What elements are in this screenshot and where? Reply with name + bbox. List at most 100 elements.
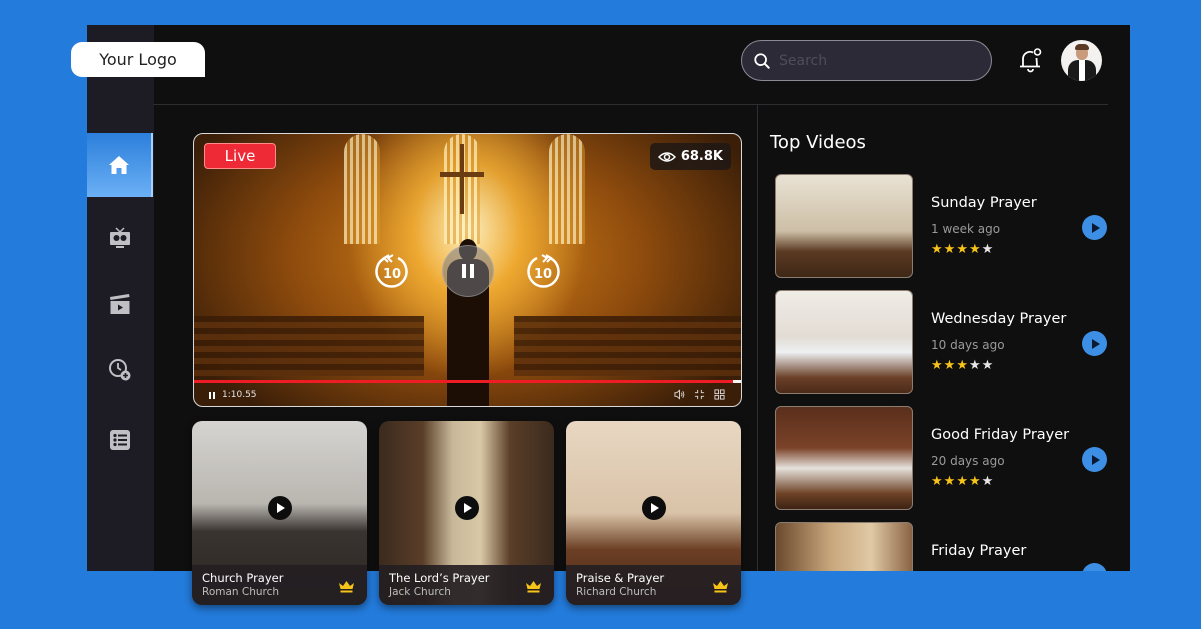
sidebar-item-playlist[interactable] xyxy=(87,408,153,472)
play-icon[interactable] xyxy=(1082,215,1107,240)
search-icon xyxy=(754,52,770,69)
star-filled-icon: ★ xyxy=(943,242,957,257)
rewind-10-icon[interactable]: 10 xyxy=(373,252,411,290)
user-avatar[interactable] xyxy=(1061,40,1102,81)
star-rating: ★★★★★ xyxy=(931,358,994,373)
live-badge: Live xyxy=(204,143,276,169)
card-info: The Lord’s Prayer Jack Church xyxy=(379,565,554,605)
video-thumbnail xyxy=(775,174,913,278)
video-time: 10 days ago xyxy=(931,338,1005,352)
sidebar-item-live-tv[interactable] xyxy=(87,206,153,270)
video-player[interactable]: Live 68.8K 10 10 1:10.55 xyxy=(193,133,742,407)
star-filled-icon: ★ xyxy=(931,358,944,373)
sidebar-item-movies[interactable] xyxy=(87,272,153,336)
star-filled-icon: ★ xyxy=(956,474,969,489)
svg-text:10: 10 xyxy=(383,267,401,282)
star-filled-icon: ★ xyxy=(968,474,982,489)
minimize-icon[interactable] xyxy=(694,389,705,400)
play-icon[interactable] xyxy=(268,496,292,520)
pause-button[interactable] xyxy=(442,245,494,297)
pause-icon-bar xyxy=(470,264,474,278)
video-title: Sunday Prayer xyxy=(931,195,1037,211)
card-subtitle: Richard Church xyxy=(576,586,657,598)
star-filled-icon: ★ xyxy=(931,242,944,257)
star-filled-icon: ★ xyxy=(943,474,957,489)
star-filled-icon: ★ xyxy=(943,358,957,373)
crown-icon xyxy=(526,581,541,593)
avatar-shirt xyxy=(1079,60,1085,81)
crown-icon xyxy=(713,581,728,593)
top-video-item[interactable]: Good Friday Prayer 20 days ago ★★★★★ xyxy=(775,406,1107,510)
forward-10-icon[interactable]: 10 xyxy=(524,252,562,290)
featured-card[interactable]: Praise & Prayer Richard Church xyxy=(566,421,741,605)
top-video-item[interactable]: Wednesday Prayer 10 days ago ★★★★★ xyxy=(775,290,1107,394)
video-thumbnail xyxy=(775,290,913,394)
card-info: Praise & Prayer Richard Church xyxy=(566,565,741,605)
play-icon[interactable] xyxy=(455,496,479,520)
crucifix xyxy=(460,144,464,214)
view-count-text: 68.8K xyxy=(680,149,723,164)
bell-icon[interactable] xyxy=(1018,46,1044,74)
card-title: The Lord’s Prayer xyxy=(389,571,490,585)
featured-card[interactable]: Church Prayer Roman Church xyxy=(192,421,367,605)
pews-left xyxy=(194,316,424,376)
star-filled-icon: ★ xyxy=(956,242,969,257)
list-icon xyxy=(110,430,130,450)
avatar-hair xyxy=(1075,44,1089,50)
sidebar-item-home[interactable] xyxy=(87,133,153,197)
home-icon xyxy=(109,156,129,174)
star-rating: ★★★★★ xyxy=(931,242,994,257)
logo-text: Your Logo xyxy=(99,50,177,69)
pause-icon-bar xyxy=(462,264,466,278)
header-divider xyxy=(153,104,1108,105)
video-thumbnail xyxy=(775,406,913,510)
sidebar-item-watch-later[interactable] xyxy=(87,338,153,402)
video-time: 1 week ago xyxy=(931,222,1001,236)
play-icon[interactable] xyxy=(642,496,666,520)
progress-bar[interactable] xyxy=(194,380,741,383)
grid-icon[interactable] xyxy=(714,389,725,400)
video-title: Friday Prayer xyxy=(931,543,1027,559)
clapperboard-icon xyxy=(110,294,130,314)
tv-icon xyxy=(110,227,130,248)
stained-glass-window xyxy=(344,134,380,244)
volume-icon[interactable] xyxy=(674,389,685,400)
star-filled-icon: ★ xyxy=(931,474,944,489)
star-filled-icon: ★ xyxy=(968,242,982,257)
player-controls-right xyxy=(674,389,725,400)
pews-right xyxy=(514,316,741,376)
video-time: 20 days ago xyxy=(931,454,1005,468)
eye-icon xyxy=(657,151,676,162)
search-input[interactable] xyxy=(779,52,969,69)
card-title: Church Prayer xyxy=(202,571,284,585)
svg-text:10: 10 xyxy=(534,267,552,282)
stained-glass-window xyxy=(549,134,585,244)
top-videos-heading: Top Videos xyxy=(770,132,866,153)
star-filled-icon: ★ xyxy=(956,358,969,373)
star-rating: ★★★★★ xyxy=(931,474,994,489)
play-icon[interactable] xyxy=(1082,447,1107,472)
top-video-item[interactable]: Sunday Prayer 1 week ago ★★★★★ xyxy=(775,174,1107,278)
star-empty-icon: ★ xyxy=(968,358,982,373)
progress-fill xyxy=(194,380,733,383)
video-title: Good Friday Prayer xyxy=(931,427,1070,443)
small-pause-icon[interactable] xyxy=(209,391,215,399)
video-title: Wednesday Prayer xyxy=(931,311,1067,327)
current-time: 1:10.55 xyxy=(222,390,257,400)
star-empty-icon: ★ xyxy=(981,242,995,257)
card-title: Praise & Prayer xyxy=(576,571,665,585)
clock-add-icon xyxy=(109,359,131,381)
crucifix-bar xyxy=(440,172,484,177)
logo[interactable]: Your Logo xyxy=(71,42,205,77)
card-subtitle: Roman Church xyxy=(202,586,280,598)
column-divider xyxy=(757,104,758,571)
star-empty-icon: ★ xyxy=(981,358,995,373)
card-subtitle: Jack Church xyxy=(389,586,451,598)
crown-icon xyxy=(339,581,354,593)
card-info: Church Prayer Roman Church xyxy=(192,565,367,605)
search-bar[interactable] xyxy=(741,40,992,81)
view-count: 68.8K xyxy=(649,143,731,170)
play-icon[interactable] xyxy=(1082,331,1107,356)
featured-card[interactable]: The Lord’s Prayer Jack Church xyxy=(379,421,554,605)
star-empty-icon: ★ xyxy=(981,474,995,489)
